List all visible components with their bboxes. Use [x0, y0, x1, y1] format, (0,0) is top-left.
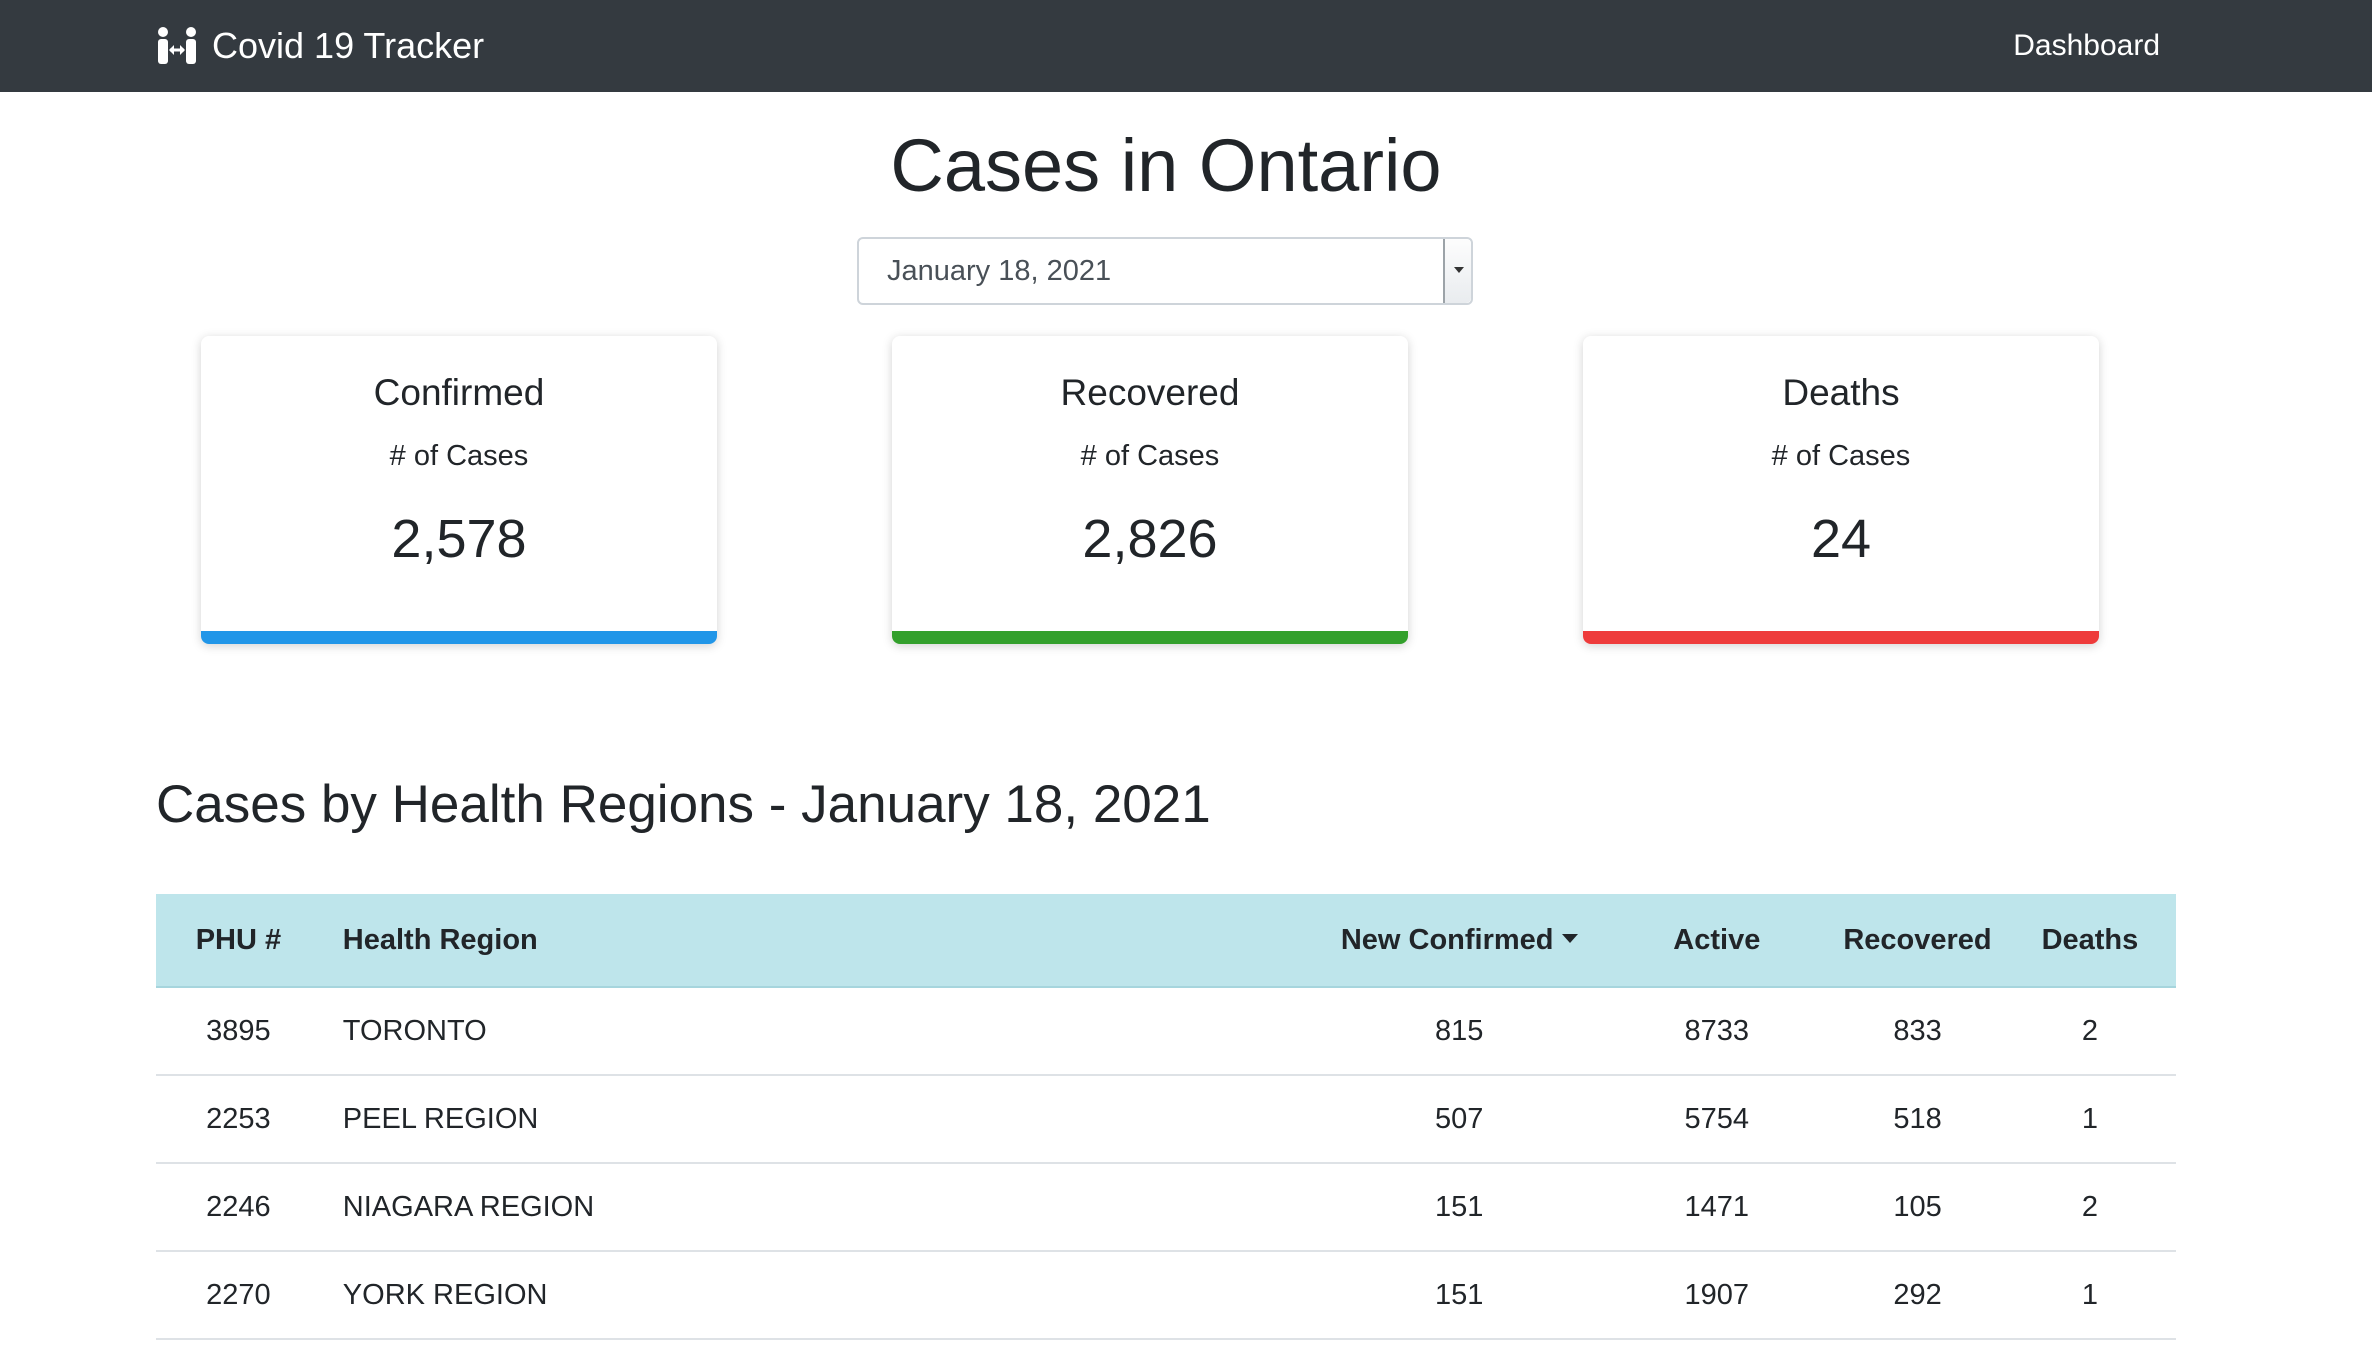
cell-active: 8733	[1602, 987, 1832, 1076]
table-header-row: PHU # Health Region New Confirmed Active…	[156, 894, 2176, 988]
brand-link[interactable]: Covid 19 Tracker	[156, 18, 484, 74]
cell-deaths: 1	[2003, 1251, 2176, 1340]
people-distancing-icon	[156, 26, 198, 66]
cell-phu: 2246	[156, 1163, 321, 1252]
cell-region: PEEL REGION	[320, 1075, 1316, 1164]
cell-phu: 2253	[156, 1075, 321, 1164]
cell-region: NIAGARA REGION	[320, 1163, 1316, 1252]
cell-active: 5754	[1602, 1075, 1832, 1164]
cell-region: TORONTO	[320, 987, 1316, 1076]
page-title: Cases in Ontario	[890, 124, 1442, 207]
card-subtitle: # of Cases	[389, 440, 529, 472]
card-value: 24	[1810, 509, 1872, 569]
cell-recovered: 105	[1831, 1163, 2004, 1252]
card-title: Confirmed	[373, 372, 545, 413]
column-header-active[interactable]: Active	[1602, 894, 1832, 988]
table-row: 3895 TORONTO 815 8733 833 2	[156, 987, 2176, 1076]
date-select[interactable]: January 18, 2021	[857, 237, 1473, 305]
chevron-down-icon	[1454, 267, 1464, 273]
cell-new-confirmed: 151	[1315, 1251, 1603, 1340]
brand-title: Covid 19 Tracker	[212, 25, 485, 66]
deaths-card: Deaths # of Cases 24	[1583, 336, 2099, 644]
cell-deaths: 2	[2003, 987, 2176, 1076]
column-header-deaths[interactable]: Deaths	[2003, 894, 2176, 988]
nav-dashboard-link[interactable]: Dashboard	[2013, 20, 2160, 72]
cell-phu: 2270	[156, 1251, 321, 1340]
cell-region: YORK REGION	[320, 1251, 1316, 1340]
table-row: 2246 NIAGARA REGION 151 1471 105 2	[156, 1163, 2176, 1252]
confirmed-card: Confirmed # of Cases 2,578	[201, 336, 717, 644]
card-title: Deaths	[1782, 372, 1900, 413]
card-subtitle: # of Cases	[1080, 440, 1220, 472]
card-value: 2,826	[1082, 509, 1218, 569]
date-dropdown-button[interactable]	[1443, 239, 1471, 303]
cell-deaths: 2	[2003, 1163, 2176, 1252]
navbar: Covid 19 Tracker Dashboard	[0, 0, 2372, 92]
cell-new-confirmed: 815	[1315, 987, 1603, 1076]
cell-active: 1907	[1602, 1251, 1832, 1340]
column-header-new-confirmed[interactable]: New Confirmed	[1315, 894, 1603, 988]
cell-new-confirmed: 151	[1315, 1163, 1603, 1252]
table-row: 2270 YORK REGION 151 1907 292 1	[156, 1251, 2176, 1340]
cell-deaths: 1	[2003, 1075, 2176, 1164]
cell-active: 1471	[1602, 1163, 1832, 1252]
card-title: Recovered	[1060, 372, 1240, 413]
cell-recovered: 833	[1831, 987, 2004, 1076]
card-value: 2,578	[391, 509, 527, 569]
cell-recovered: 292	[1831, 1251, 2004, 1340]
column-header-health-region[interactable]: Health Region	[320, 894, 1316, 988]
column-header-recovered[interactable]: Recovered	[1831, 894, 2004, 988]
cell-new-confirmed: 507	[1315, 1075, 1603, 1164]
cell-phu: 3895	[156, 987, 321, 1076]
regions-table: PHU # Health Region New Confirmed Active…	[156, 894, 2176, 1340]
recovered-card: Recovered # of Cases 2,826	[892, 336, 1408, 644]
column-header-phu[interactable]: PHU #	[156, 894, 321, 988]
card-accent-bar	[1583, 631, 2099, 644]
date-select-value: January 18, 2021	[887, 255, 1112, 287]
card-accent-bar	[892, 631, 1408, 644]
cell-recovered: 518	[1831, 1075, 2004, 1164]
card-accent-bar	[201, 631, 717, 644]
table-row: 2253 PEEL REGION 507 5754 518 1	[156, 1075, 2176, 1164]
sort-desc-icon	[1561, 934, 1578, 944]
card-subtitle: # of Cases	[1771, 440, 1911, 472]
regions-section-title: Cases by Health Regions - January 18, 20…	[156, 775, 1211, 834]
